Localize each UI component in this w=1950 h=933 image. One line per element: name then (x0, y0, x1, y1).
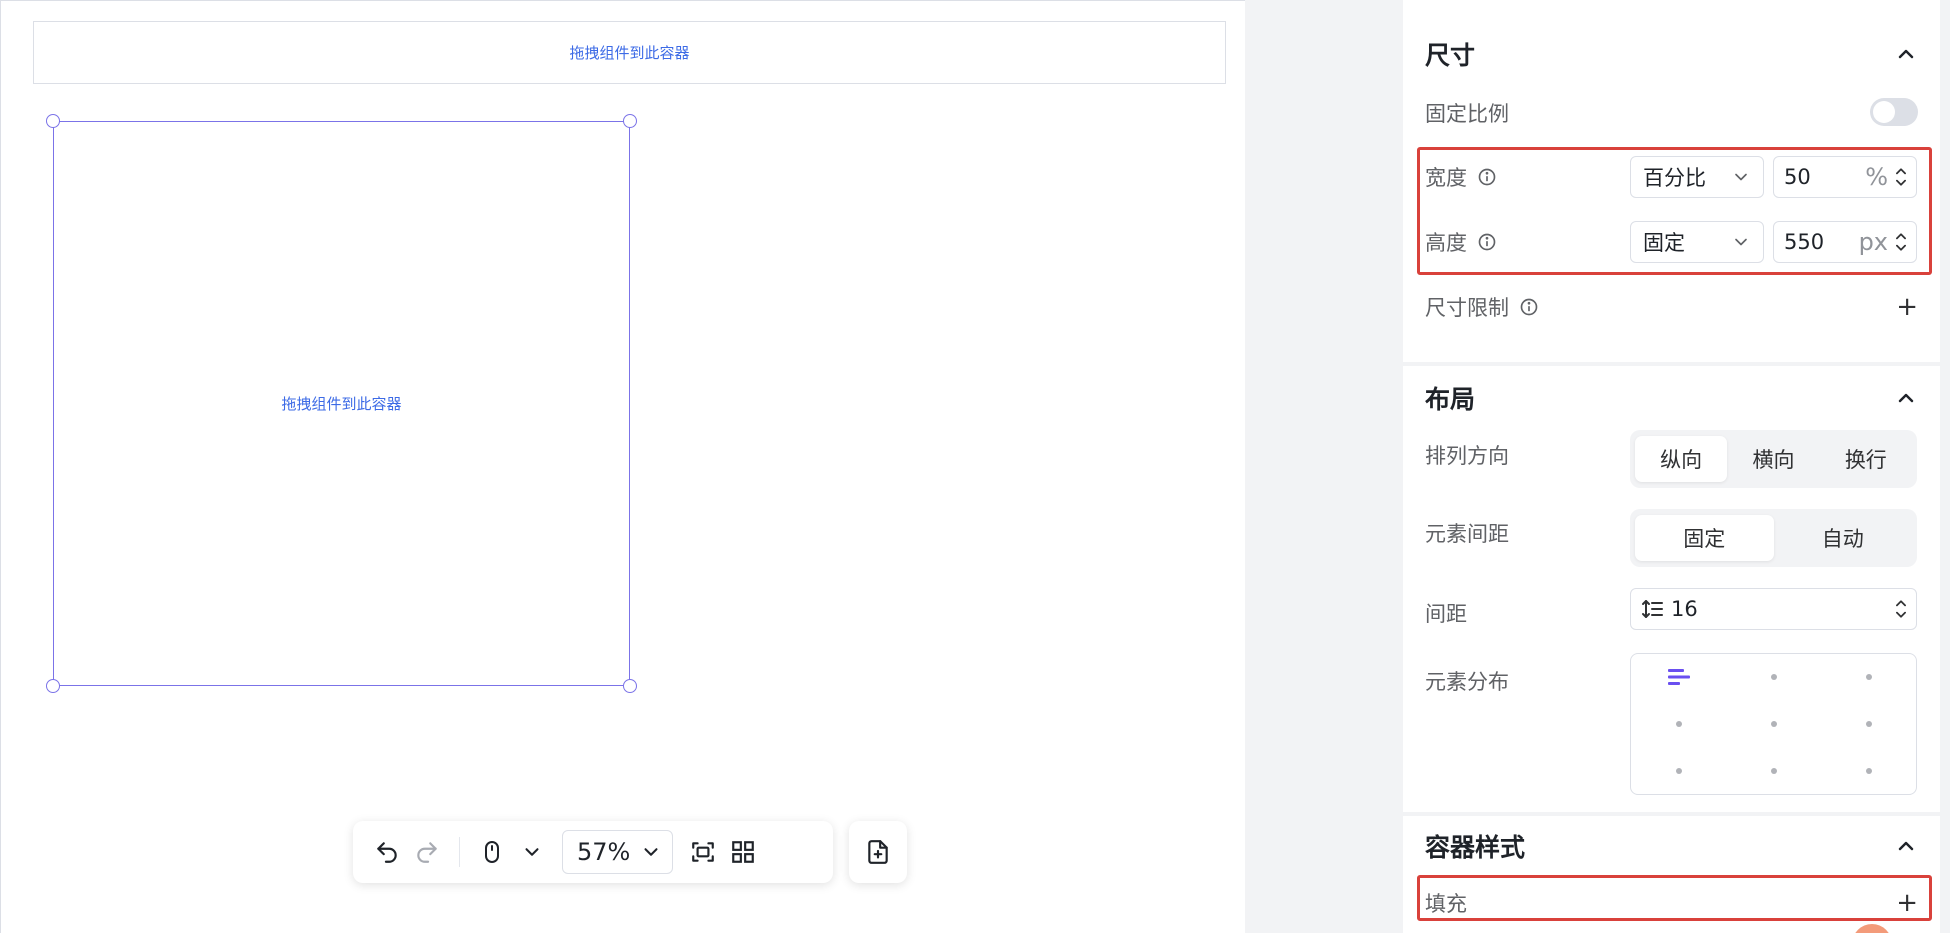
line-spacing-icon (1642, 600, 1663, 618)
align-left-icon (1667, 669, 1690, 686)
dot (1770, 767, 1777, 774)
dot (1865, 674, 1872, 681)
direction-wrap[interactable]: 换行 (1820, 436, 1912, 482)
toggle-track (1870, 98, 1918, 126)
grid-icon[interactable] (723, 832, 763, 872)
distribution-label: 元素分布 (1425, 670, 1509, 694)
segmented-control: 纵向 横向 换行 (1630, 430, 1917, 488)
align-middle-center[interactable] (1726, 701, 1821, 748)
container-dropzone-top[interactable]: 拖拽组件到此容器 (33, 21, 1226, 84)
app-root: 拖拽组件到此容器 拖拽组件到此容器 57% 尺寸 固定比例 宽度 百分比 50 … (0, 0, 1950, 933)
fixed-ratio-row: 固定比例 (1425, 96, 1918, 130)
direction-label: 排列方向 (1425, 444, 1509, 468)
input-value: 16 (1671, 597, 1698, 621)
spacing-auto[interactable]: 自动 (1774, 515, 1913, 561)
size-section-header[interactable]: 尺寸 (1425, 36, 1918, 72)
align-bottom-left[interactable] (1631, 747, 1726, 794)
chevron-up-icon[interactable] (1894, 834, 1918, 858)
dot (1865, 767, 1872, 774)
align-bottom-right[interactable] (1821, 747, 1916, 794)
dot (1865, 720, 1872, 727)
layout-section: 布局 排列方向 纵向 横向 换行 元素间距 固定 自动 间距 16 元素分布 (1403, 366, 1940, 812)
zoom-value: 57% (577, 838, 631, 866)
dot (1675, 767, 1682, 774)
info-icon[interactable] (1519, 297, 1539, 317)
chevron-down-icon[interactable] (512, 832, 552, 872)
add-page-button[interactable] (849, 821, 907, 883)
direction-vertical[interactable]: 纵向 (1635, 436, 1728, 482)
resize-handle-bottom-right[interactable] (623, 679, 637, 693)
highlight-box-fill (1417, 875, 1932, 921)
redo-icon[interactable] (407, 832, 447, 872)
design-canvas[interactable]: 拖拽组件到此容器 拖拽组件到此容器 57% (0, 0, 1245, 933)
align-top-right[interactable] (1821, 654, 1916, 701)
align-bottom-center[interactable] (1726, 747, 1821, 794)
zoom-select[interactable]: 57% (562, 830, 674, 874)
resize-handle-bottom-left[interactable] (46, 679, 60, 693)
canvas-toolbar: 57% (353, 821, 833, 883)
stepper-icon[interactable] (1894, 597, 1908, 621)
mouse-icon[interactable] (472, 832, 512, 872)
align-middle-left[interactable] (1631, 701, 1726, 748)
section-title: 尺寸 (1425, 41, 1476, 70)
align-middle-right[interactable] (1821, 701, 1916, 748)
undo-icon[interactable] (367, 832, 407, 872)
layout-section-header[interactable]: 布局 (1425, 380, 1918, 416)
section-title: 容器样式 (1425, 833, 1526, 862)
chevron-up-icon[interactable] (1894, 386, 1918, 410)
spacing-fixed[interactable]: 固定 (1635, 515, 1774, 561)
resize-handle-top-left[interactable] (46, 114, 60, 128)
fit-screen-icon[interactable] (683, 832, 723, 872)
selected-container[interactable]: 拖拽组件到此容器 (46, 114, 637, 693)
size-limit-row: 尺寸限制 + (1425, 290, 1918, 324)
spacing-mode-label: 元素间距 (1425, 522, 1509, 546)
align-top-left[interactable] (1631, 654, 1726, 701)
spacing-mode-segmented: 固定 自动 (1630, 509, 1917, 567)
number-box: 16 (1630, 588, 1917, 630)
fixed-ratio-toggle[interactable] (1870, 98, 1918, 126)
toolbar-divider (459, 837, 460, 867)
chevron-up-icon[interactable] (1894, 42, 1918, 66)
direction-horizontal[interactable]: 横向 (1727, 436, 1819, 482)
distribution-grid (1630, 653, 1917, 795)
drop-hint-text: 拖拽组件到此容器 (569, 44, 690, 62)
canvas-gutter (1245, 0, 1403, 933)
gap-label: 间距 (1425, 602, 1467, 626)
dot (1675, 720, 1682, 727)
highlight-box-size (1417, 147, 1932, 275)
direction-segmented: 纵向 横向 换行 (1630, 430, 1917, 488)
section-title: 布局 (1425, 385, 1476, 414)
segmented-control: 固定 自动 (1630, 509, 1917, 567)
drop-hint-text: 拖拽组件到此容器 (281, 395, 402, 413)
add-page-icon (868, 840, 888, 864)
chevron-down-icon (644, 848, 658, 856)
properties-panel: 尺寸 固定比例 宽度 百分比 50 % 高度 固定 550 px 尺寸限制 + … (1403, 0, 1940, 933)
alignment-grid (1630, 653, 1917, 795)
size-limit-label: 尺寸限制 (1425, 292, 1539, 322)
container-style-header[interactable]: 容器样式 (1425, 828, 1918, 864)
resize-handle-top-right[interactable] (623, 114, 637, 128)
size-limit-label-text: 尺寸限制 (1425, 296, 1509, 320)
dot (1770, 674, 1777, 681)
gap-input[interactable]: 16 (1630, 588, 1917, 630)
dot (1770, 720, 1777, 727)
panel-scroll-edge (1940, 0, 1950, 933)
fixed-ratio-label: 固定比例 (1425, 102, 1509, 126)
add-size-limit-button[interactable]: + (1896, 292, 1918, 322)
align-top-center[interactable] (1726, 654, 1821, 701)
